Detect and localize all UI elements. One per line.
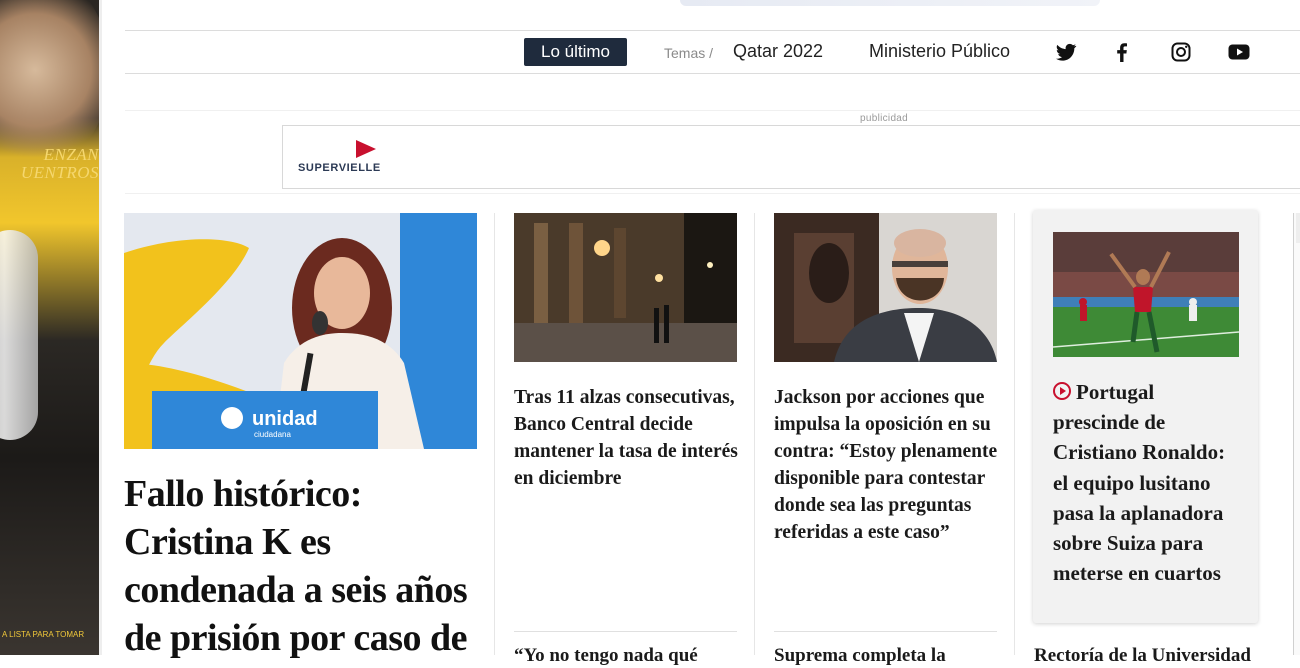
story-title-peek[interactable]: Rectoría de la Universidad	[1034, 644, 1264, 668]
featured-story-image[interactable]	[1053, 232, 1239, 357]
ad-edge	[99, 0, 102, 655]
right-panel-edge-top	[1296, 213, 1300, 243]
latest-button[interactable]: Lo último	[524, 38, 627, 66]
story-title-peek[interactable]: Suprema completa la	[774, 644, 999, 668]
ad-text-line1: ENZAN	[43, 145, 99, 164]
row-separator	[774, 631, 997, 632]
supervielle-logo: SUPERVIELLE	[298, 140, 388, 180]
topic-link-ministerio[interactable]: Ministerio Público	[869, 41, 1010, 62]
story-image[interactable]	[774, 213, 997, 362]
column-divider	[494, 213, 495, 655]
lead-story-image[interactable]: unidad ciudadana	[124, 213, 477, 449]
row-separator	[514, 631, 737, 632]
temas-label: Temas /	[664, 45, 714, 61]
story-title[interactable]: Tras 11 alzas consecutivas, Banco Centra…	[514, 384, 739, 492]
topic-link-qatar[interactable]: Qatar 2022	[733, 41, 823, 62]
ad-footer-text: A LISTA PARA TOMAR	[2, 630, 85, 639]
story-title[interactable]: Jackson por acciones que impulsa la opos…	[774, 384, 999, 546]
instagram-icon[interactable]	[1169, 40, 1193, 64]
right-panel-edge	[1293, 213, 1300, 655]
twitter-icon[interactable]	[1054, 40, 1078, 64]
ad-text: ENZAN UENTROS	[0, 146, 99, 182]
facebook-icon[interactable]	[1110, 40, 1134, 64]
header-remnant	[680, 0, 1100, 6]
featured-story-title[interactable]: Portugal prescinde de Cristiano Ronaldo:…	[1053, 377, 1243, 588]
play-circle-icon	[1053, 382, 1071, 400]
ad-label: publicidad	[860, 113, 909, 124]
lead-story-title[interactable]: Fallo histórico: Cristina K es condenada…	[124, 470, 474, 662]
advertiser-name: SUPERVIELLE	[298, 162, 381, 174]
ad-text-line2: UENTROS	[20, 163, 99, 182]
podium-text: unidad	[252, 408, 318, 430]
story-image[interactable]	[514, 213, 737, 362]
podium-subtext: ciudadana	[254, 430, 291, 439]
side-advertisement[interactable]: ENZAN UENTROS A LISTA PARA TOMAR	[0, 0, 99, 655]
column-divider	[754, 213, 755, 655]
column-divider	[1014, 213, 1015, 655]
youtube-icon[interactable]	[1227, 40, 1251, 64]
ad-banner[interactable]: SUPERVIELLE	[282, 125, 1300, 189]
featured-title-text: Portugal prescinde de Cristiano Ronaldo:…	[1053, 380, 1226, 586]
story-title-peek[interactable]: “Yo no tengo nada qué	[514, 644, 739, 668]
ad-bottle-graphic	[0, 230, 38, 440]
ad-separator-bottom	[125, 193, 1300, 194]
topics-nav: Lo último Temas / Qatar 2022 Ministerio …	[125, 30, 1300, 74]
ad-separator-top	[125, 110, 1300, 111]
logo-flag-icon	[356, 140, 376, 158]
